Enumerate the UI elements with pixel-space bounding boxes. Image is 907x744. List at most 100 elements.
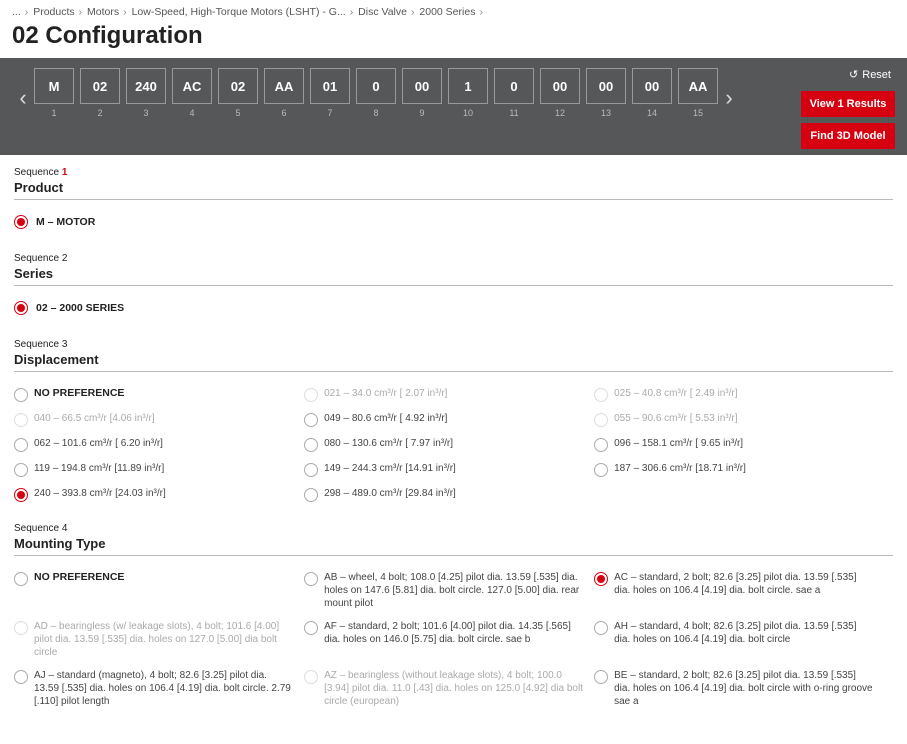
slot-value: AC (172, 68, 212, 104)
option-label: NO PREFERENCE (34, 387, 124, 401)
displacement-option[interactable]: 080 – 130.6 cm³/r [ 7.97 in³/r] (304, 432, 594, 457)
option-label: 080 – 130.6 cm³/r [ 7.97 in³/r] (324, 437, 453, 450)
sequence-title: Displacement (14, 352, 893, 372)
sequence-1: Sequence 1 Product M – MOTOR (0, 155, 907, 241)
slot-number: 3 (143, 108, 148, 118)
config-slot[interactable]: 025 (218, 68, 258, 118)
mounting-option: AD – bearingless (w/ leakage slots), 4 b… (14, 615, 304, 664)
config-slot[interactable]: 011 (494, 68, 534, 118)
radio-icon (304, 438, 318, 452)
breadcrumb-item[interactable]: ... (12, 6, 21, 18)
mounting-option[interactable]: AB – wheel, 4 bolt; 108.0 [4.25] pilot d… (304, 566, 594, 615)
radio-icon (594, 463, 608, 477)
chevron-right-icon: › (25, 6, 29, 18)
displacement-option[interactable]: 240 – 393.8 cm³/r [24.03 in³/r] (14, 482, 304, 507)
config-slot[interactable]: 022 (80, 68, 120, 118)
option-label: 119 – 194.8 cm³/r [11.89 in³/r] (34, 462, 164, 475)
option-label: 298 – 489.0 cm³/r [29.84 in³/r] (324, 487, 456, 500)
view-results-button[interactable]: View 1 Results (801, 91, 895, 117)
displacement-option[interactable]: 062 – 101.6 cm³/r [ 6.20 in³/r] (14, 432, 304, 457)
find-3d-model-button[interactable]: Find 3D Model (801, 123, 895, 149)
next-arrow[interactable]: › (718, 78, 740, 118)
radio-icon (594, 572, 608, 586)
option-label: BE – standard, 2 bolt; 82.6 [3.25] pilot… (614, 669, 874, 708)
config-slot[interactable]: 0014 (632, 68, 672, 118)
displacement-option[interactable]: 049 – 80.6 cm³/r [ 4.92 in³/r] (304, 407, 594, 432)
displacement-option[interactable]: 298 – 489.0 cm³/r [29.84 in³/r] (304, 482, 594, 507)
config-slot[interactable]: AA15 (678, 68, 718, 118)
breadcrumb-item[interactable]: Motors (87, 6, 119, 18)
reset-button[interactable]: ↺ Reset (801, 68, 895, 85)
slot-value: 00 (586, 68, 626, 104)
option-label: 025 – 40.8 cm³/r [ 2.49 in³/r] (614, 387, 737, 400)
option-m-motor[interactable]: M – MOTOR (14, 210, 893, 237)
config-slot[interactable]: AC4 (172, 68, 212, 118)
chevron-right-icon: › (350, 6, 354, 18)
radio-icon (14, 438, 28, 452)
config-slot[interactable]: 0012 (540, 68, 580, 118)
slot-number: 11 (509, 108, 518, 118)
radio-icon (14, 670, 28, 684)
option-label: M – MOTOR (36, 216, 95, 228)
sequence-2: Sequence 2 Series 02 – 2000 SERIES (0, 241, 907, 327)
slot-value: AA (264, 68, 304, 104)
slot-value: 0 (356, 68, 396, 104)
radio-icon (594, 413, 608, 427)
slot-number: 15 (693, 108, 703, 118)
config-slot[interactable]: AA6 (264, 68, 304, 118)
displacement-option: 055 – 90.6 cm³/r [ 5.53 in³/r] (594, 407, 884, 432)
breadcrumb-item[interactable]: Disc Valve (358, 6, 407, 18)
breadcrumb-item[interactable]: 2000 Series (419, 6, 475, 18)
mounting-option[interactable]: BE – standard, 2 bolt; 82.6 [3.25] pilot… (594, 664, 884, 713)
config-slot[interactable]: 009 (402, 68, 442, 118)
undo-icon: ↺ (849, 68, 858, 81)
radio-icon (14, 413, 28, 427)
radio-icon (14, 572, 28, 586)
option-02-2000-series[interactable]: 02 – 2000 SERIES (14, 296, 893, 323)
sequence-label: Sequence 4 (14, 523, 893, 534)
config-slot[interactable]: 110 (448, 68, 488, 118)
breadcrumb-item[interactable]: Low-Speed, High-Torque Motors (LSHT) - G… (132, 6, 346, 18)
config-slot[interactable]: 017 (310, 68, 350, 118)
displacement-option[interactable]: 119 – 194.8 cm³/r [11.89 in³/r] (14, 457, 304, 482)
option-no-preference[interactable]: NO PREFERENCE (14, 382, 304, 407)
displacement-option: 021 – 34.0 cm³/r [ 2.07 in³/r] (304, 382, 594, 407)
config-slot[interactable]: 0013 (586, 68, 626, 118)
slot-number: 1 (51, 108, 56, 118)
sequence-label: Sequence 3 (14, 339, 893, 350)
radio-icon (594, 621, 608, 635)
mounting-option[interactable]: AH – standard, 4 bolt; 82.6 [3.25] pilot… (594, 615, 884, 664)
sequence-3: Sequence 3 Displacement NO PREFERENCE 02… (0, 327, 907, 511)
displacement-option: 025 – 40.8 cm³/r [ 2.49 in³/r] (594, 382, 884, 407)
breadcrumb-item[interactable]: Products (33, 6, 74, 18)
slot-value: 00 (632, 68, 672, 104)
prev-arrow[interactable]: ‹ (12, 78, 34, 118)
radio-icon (304, 572, 318, 586)
mounting-option[interactable]: AF – standard, 2 bolt; 101.6 [4.00] pilo… (304, 615, 594, 664)
breadcrumb: ... › Products › Motors › Low-Speed, High-T… (0, 0, 907, 20)
sequence-title: Product (14, 180, 893, 200)
chevron-right-icon: › (79, 6, 83, 18)
mounting-option[interactable]: AC – standard, 2 bolt; 82.6 [3.25] pilot… (594, 566, 884, 615)
option-label: 040 – 66.5 cm³/r [4.06 in³/r] (34, 412, 155, 425)
option-no-preference[interactable]: NO PREFERENCE (14, 566, 304, 615)
option-label: 055 – 90.6 cm³/r [ 5.53 in³/r] (614, 412, 737, 425)
option-label: NO PREFERENCE (34, 571, 124, 585)
slot-number: 8 (373, 108, 378, 118)
displacement-option[interactable]: 187 – 306.6 cm³/r [18.71 in³/r] (594, 457, 884, 482)
option-label: AC – standard, 2 bolt; 82.6 [3.25] pilot… (614, 571, 874, 597)
option-label: 049 – 80.6 cm³/r [ 4.92 in³/r] (324, 412, 447, 425)
option-label: AH – standard, 4 bolt; 82.6 [3.25] pilot… (614, 620, 874, 646)
displacement-option[interactable]: 096 – 158.1 cm³/r [ 9.65 in³/r] (594, 432, 884, 457)
config-slot[interactable]: M1 (34, 68, 74, 118)
radio-icon (304, 621, 318, 635)
slot-value: 01 (310, 68, 350, 104)
displacement-option[interactable]: 149 – 244.3 cm³/r [14.91 in³/r] (304, 457, 594, 482)
option-label: 021 – 34.0 cm³/r [ 2.07 in³/r] (324, 387, 447, 400)
sequence-4: Sequence 4 Mounting Type NO PREFERENCE A… (0, 511, 907, 717)
sequence-title: Mounting Type (14, 536, 893, 556)
config-slot[interactable]: 2403 (126, 68, 166, 118)
option-label: 062 – 101.6 cm³/r [ 6.20 in³/r] (34, 437, 163, 450)
mounting-option[interactable]: AJ – standard (magneto), 4 bolt; 82.6 [3… (14, 664, 304, 713)
config-slot[interactable]: 08 (356, 68, 396, 118)
